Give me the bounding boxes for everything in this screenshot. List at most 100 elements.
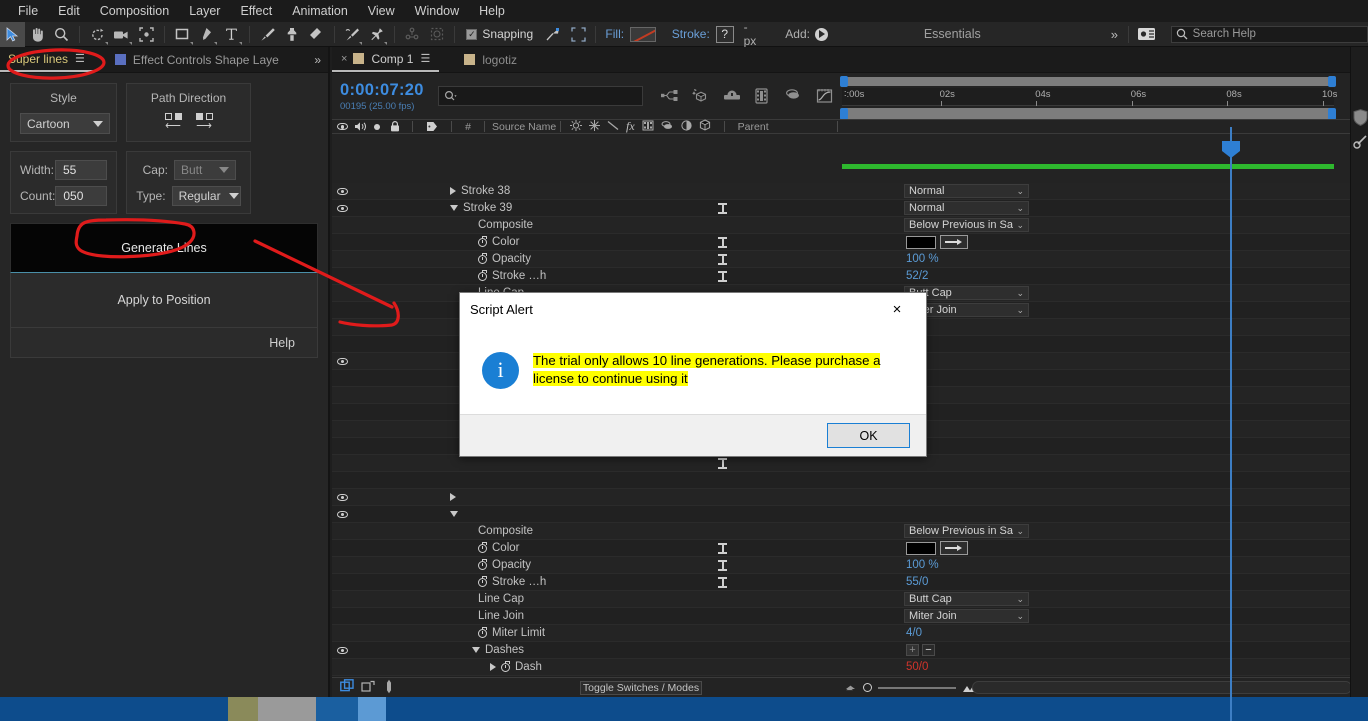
stopwatch-icon[interactable] <box>478 541 487 553</box>
row-value-dropdown[interactable]: Normal ⌄ <box>904 201 1029 215</box>
label-color-header-icon[interactable] <box>420 121 444 132</box>
snapping-toggle[interactable]: ✓ Snapping <box>466 27 533 41</box>
row-name-block[interactable]: Color <box>478 541 519 554</box>
path-direction-right-button[interactable]: ⟶ <box>195 113 213 132</box>
type-tool-icon[interactable] <box>219 22 244 47</box>
row-name-block[interactable]: Opacity <box>478 252 531 265</box>
keyframe-marker[interactable] <box>718 577 727 588</box>
effects-icon[interactable]: fx <box>626 119 635 134</box>
stopwatch-icon[interactable] <box>478 252 487 264</box>
workspace-chevron-icon[interactable]: » <box>1111 27 1118 42</box>
zoom-out-icon[interactable] <box>844 683 857 692</box>
stroke-swatch[interactable]: ? <box>715 25 734 43</box>
color-swatch[interactable] <box>906 235 936 249</box>
twirl-right-icon[interactable] <box>490 663 496 671</box>
timeline-row[interactable]: Stroke …h 52/2 <box>332 268 1368 285</box>
frame-blending-icon[interactable] <box>754 87 771 105</box>
mask-tool-icon[interactable] <box>425 22 450 47</box>
row-name-block[interactable]: Composite <box>478 219 533 231</box>
taskbar-item-1[interactable] <box>228 697 258 721</box>
work-area-bar-bottom[interactable] <box>842 108 1334 119</box>
tab-effect-controls[interactable]: Effect Controls Shape Laye <box>107 47 287 72</box>
frame-blend-icon[interactable] <box>642 120 654 134</box>
generate-lines-button[interactable]: Generate Lines <box>10 223 318 273</box>
width-input[interactable]: 55 <box>55 160 107 180</box>
camera-tool-icon[interactable] <box>110 22 135 47</box>
work-area-start-handle[interactable] <box>840 76 848 87</box>
timeline-row-empty[interactable] <box>332 455 1368 472</box>
color-swatch[interactable] <box>906 541 936 555</box>
timeline-row[interactable]: Dashes + − <box>332 642 1368 659</box>
roto-brush-tool-icon[interactable] <box>340 22 365 47</box>
keyframe-marker[interactable] <box>718 237 727 248</box>
timeline-row[interactable] <box>332 489 1368 506</box>
shy-icon[interactable] <box>570 119 582 134</box>
row-name-block[interactable]: Color <box>478 235 519 248</box>
twirl-right-icon[interactable] <box>450 493 456 501</box>
collapse-transformations-icon[interactable] <box>589 119 600 134</box>
row-value-dropdown[interactable]: Miter Join ⌄ <box>904 609 1029 623</box>
puppet-pin-tool-icon[interactable] <box>364 22 389 47</box>
keyframe-marker[interactable] <box>718 203 727 214</box>
pan-behind-tool-icon[interactable] <box>134 22 159 47</box>
keyframe-marker[interactable] <box>718 254 727 265</box>
selection-tool-icon[interactable] <box>0 21 25 47</box>
timeline-row[interactable]: Opacity 100 % <box>332 557 1368 574</box>
video-toggle-icon[interactable] <box>332 187 352 195</box>
add-menu-icon[interactable] <box>814 27 828 41</box>
apply-to-position-button[interactable]: Apply to Position <box>10 273 318 328</box>
video-toggle-header-icon[interactable] <box>332 123 352 130</box>
cap-dropdown[interactable]: Butt <box>174 160 236 180</box>
stopwatch-icon[interactable] <box>501 660 510 672</box>
row-value-dropdown[interactable]: Butt Cap ⌄ <box>904 592 1029 606</box>
eyedropper-icon[interactable] <box>940 235 968 249</box>
timeline-row[interactable]: Color <box>332 540 1368 557</box>
pen-tool-icon[interactable] <box>195 22 220 47</box>
rotation-tool-icon[interactable] <box>85 22 110 47</box>
work-area-end-handle[interactable] <box>1328 76 1336 87</box>
menu-item-layer[interactable]: Layer <box>179 0 230 22</box>
zoom-track[interactable] <box>878 686 956 689</box>
graph-editor-icon[interactable] <box>816 88 833 105</box>
3d-layer-icon[interactable] <box>699 119 711 134</box>
remove-dash-button[interactable]: − <box>922 644 935 656</box>
video-toggle-icon[interactable] <box>332 493 352 501</box>
style-dropdown[interactable]: Cartoon <box>20 113 110 134</box>
menu-item-animation[interactable]: Animation <box>282 0 358 22</box>
composition-mini-flowchart-icon[interactable] <box>660 88 678 105</box>
snapshot-icon[interactable] <box>1353 135 1368 150</box>
row-name-block[interactable]: Miter Limit <box>478 626 545 639</box>
toggle-switches-footer-icon[interactable] <box>361 679 376 697</box>
tab-logotiz[interactable]: logotiz <box>455 47 526 72</box>
menu-item-composition[interactable]: Composition <box>90 0 179 22</box>
timeline-horizontal-scrollbar[interactable] <box>972 681 1352 694</box>
path-direction-left-button[interactable]: ⟵ <box>164 113 182 132</box>
menu-item-edit[interactable]: Edit <box>48 0 90 22</box>
row-value-number[interactable]: 50/0 <box>906 661 928 673</box>
row-name-block[interactable]: Dashes <box>472 644 524 656</box>
align-tool-icon[interactable] <box>400 22 425 47</box>
snap-bounds-icon[interactable] <box>566 22 591 47</box>
hand-tool-icon[interactable] <box>25 22 50 47</box>
shield-icon[interactable] <box>1353 109 1368 126</box>
search-help-field[interactable]: Search Help <box>1170 25 1368 43</box>
type-dropdown[interactable]: Regular <box>171 186 241 206</box>
quality-icon[interactable] <box>607 120 619 134</box>
timeline-row[interactable]: Color <box>332 234 1368 251</box>
taskbar-item-2[interactable] <box>258 697 316 721</box>
close-icon[interactable]: × <box>341 53 347 65</box>
video-toggle-icon[interactable] <box>332 510 352 518</box>
solo-toggle-header-icon[interactable] <box>369 123 385 130</box>
keyframe-marker[interactable] <box>718 271 727 282</box>
fill-swatch[interactable] <box>630 26 656 42</box>
row-value-dropdown[interactable]: Below Previous in Sa ⌄ <box>904 524 1029 538</box>
hide-shy-layers-icon[interactable] <box>723 88 740 105</box>
row-value-number[interactable]: 4/0 <box>906 627 922 639</box>
menu-item-file[interactable]: File <box>8 0 48 22</box>
row-value-number[interactable]: 100 % <box>906 253 939 265</box>
twirl-right-icon[interactable] <box>450 187 456 195</box>
timeline-row[interactable]: Composite Below Previous in Sa ⌄ <box>332 217 1368 234</box>
workspace-settings-icon[interactable] <box>1134 22 1159 47</box>
help-button[interactable]: Help <box>10 328 318 358</box>
twirl-down-icon[interactable] <box>450 511 458 517</box>
